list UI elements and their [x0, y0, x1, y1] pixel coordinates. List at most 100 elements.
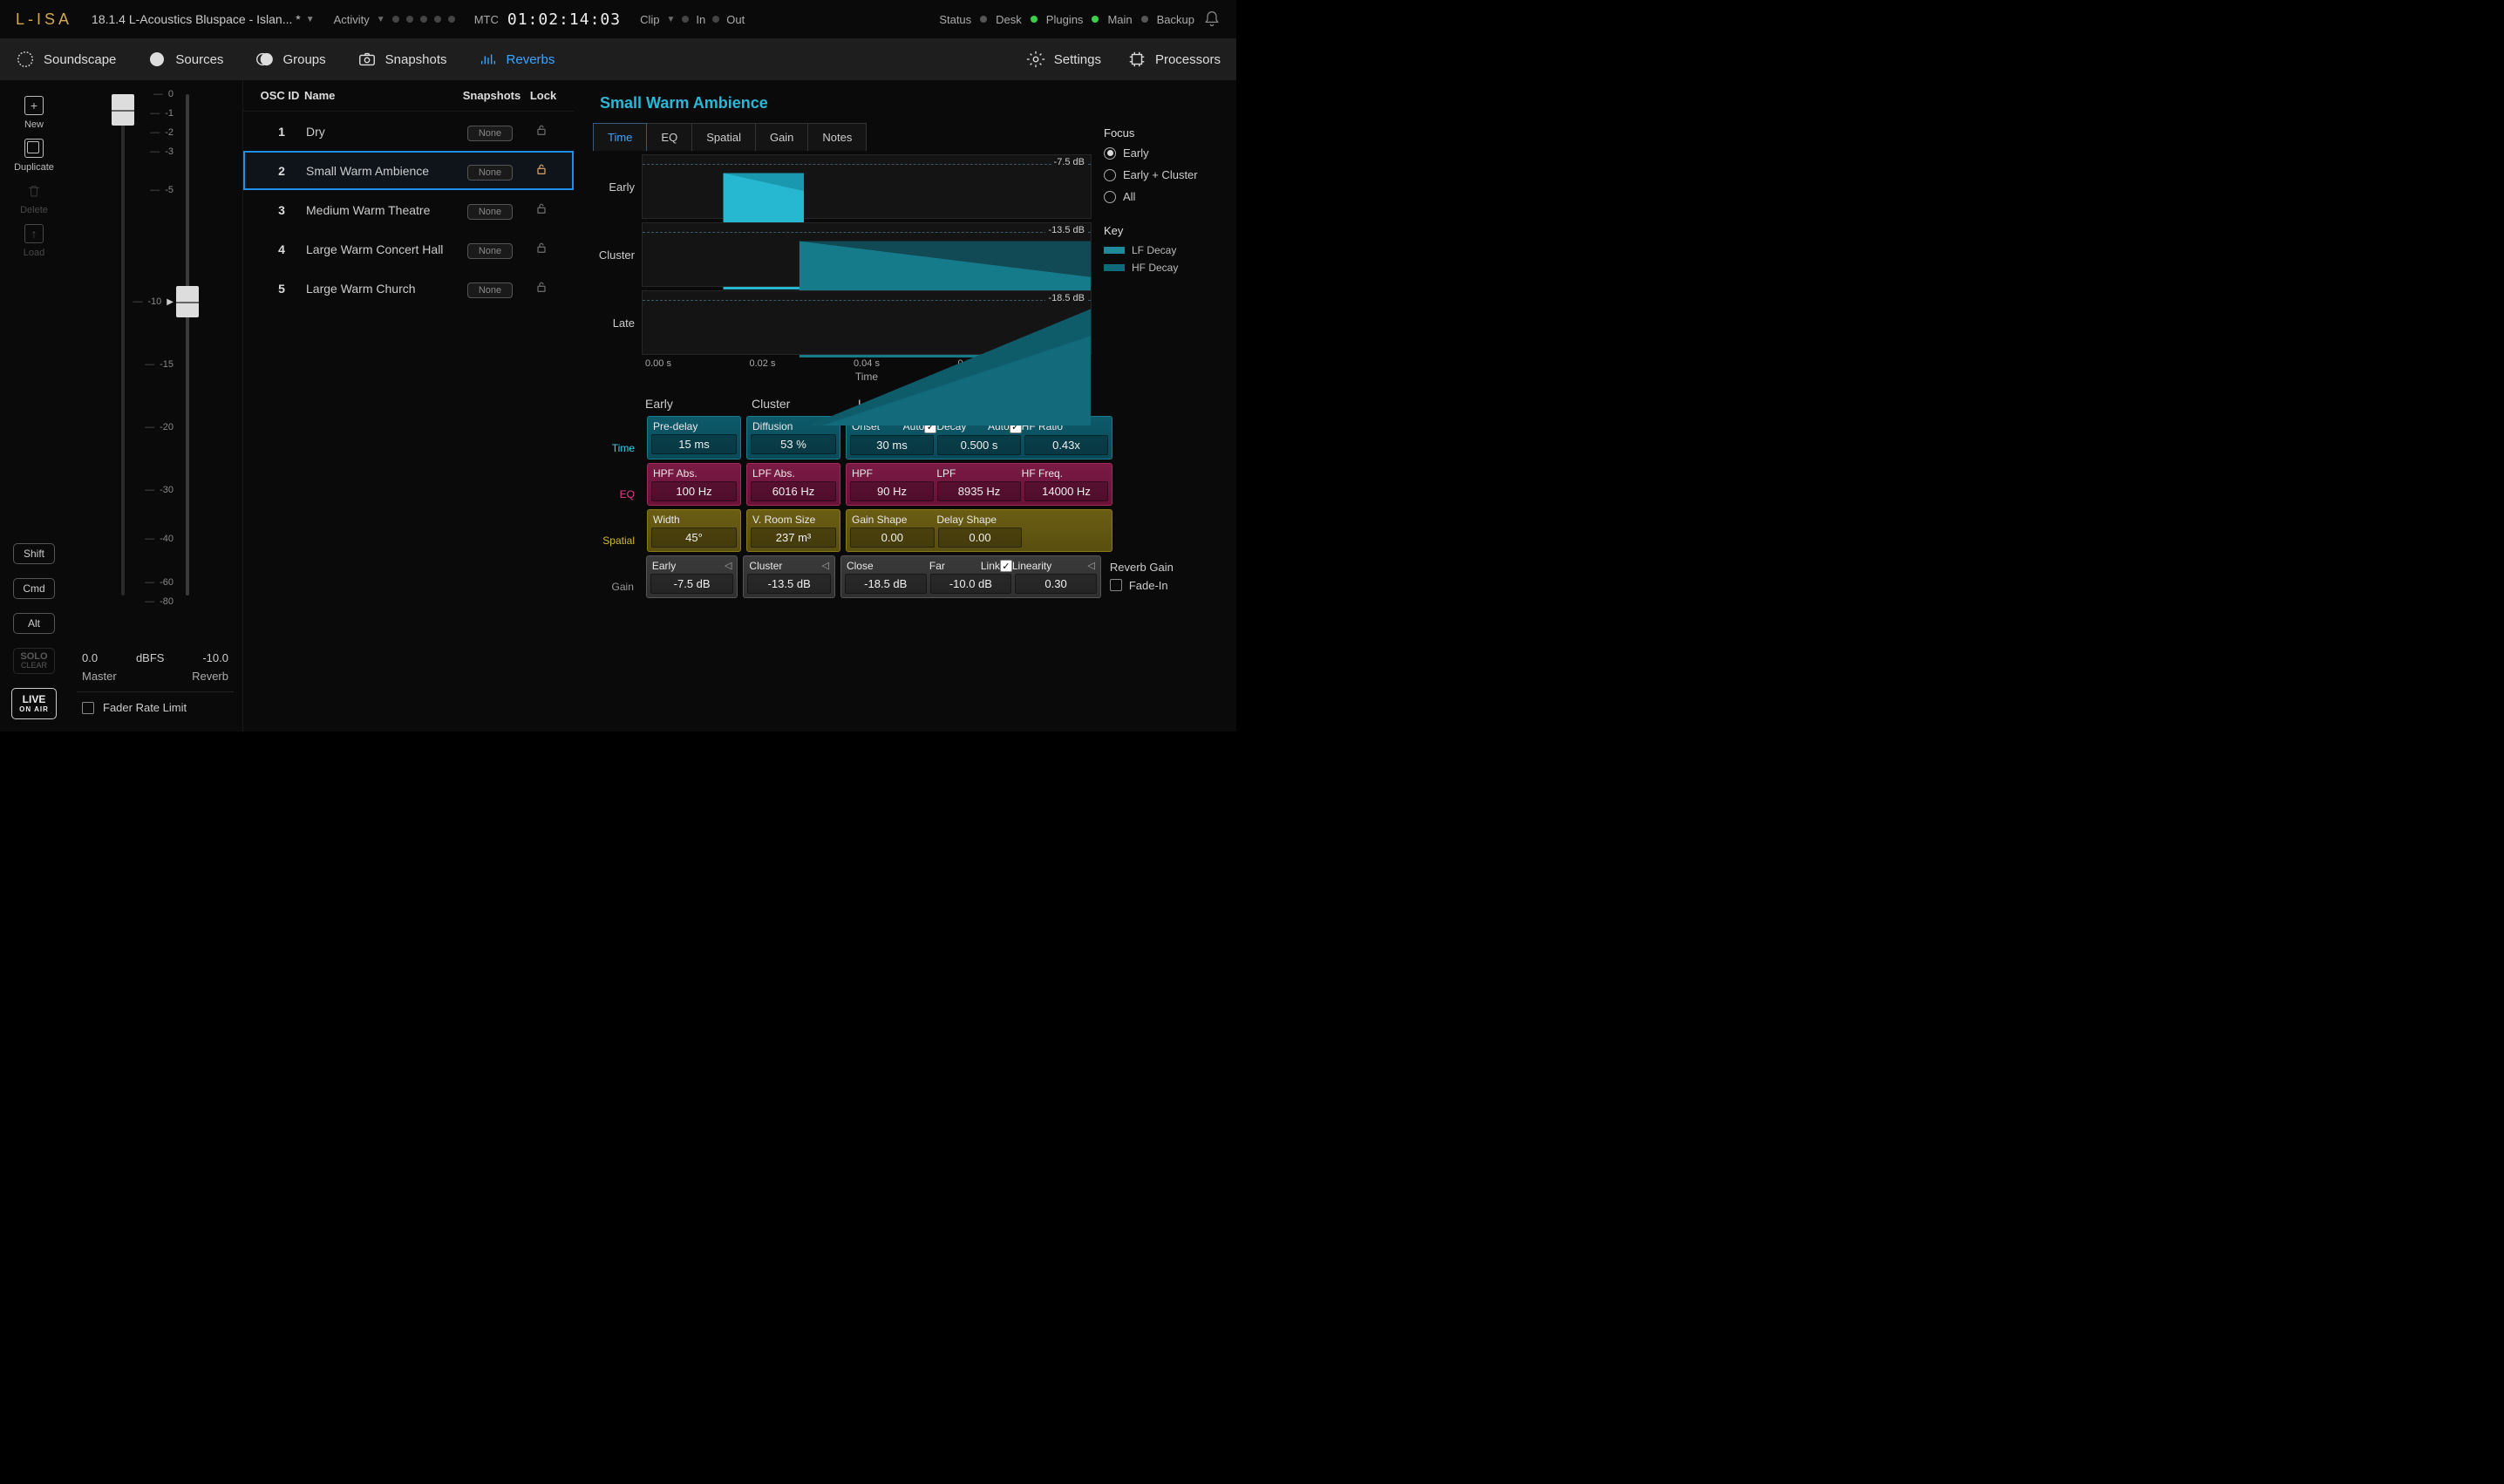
snapshot-button[interactable]: None: [467, 283, 513, 298]
param-late-gain[interactable]: Close Far Link✓ Linearity◁ -18.5 dB -10.…: [840, 555, 1101, 599]
param-value[interactable]: -10.0 dB: [930, 574, 1012, 594]
param-lpf-abs[interactable]: LPF Abs. 6016 Hz: [746, 463, 840, 506]
param-value[interactable]: 0.00: [938, 528, 1023, 548]
focus-option[interactable]: Early: [1104, 146, 1217, 160]
detail-tab-spatial[interactable]: Spatial: [692, 123, 756, 151]
nav-label: Reverbs: [507, 52, 555, 67]
activity-menu[interactable]: Activity ▼: [334, 13, 455, 26]
param-value[interactable]: 30 ms: [850, 435, 934, 455]
param-value[interactable]: 45°: [651, 528, 737, 548]
snapshot-button[interactable]: None: [467, 204, 513, 220]
param-value[interactable]: 6016 Hz: [751, 481, 836, 501]
param-value[interactable]: -7.5 dB: [650, 574, 734, 594]
status-dot-backup: [1141, 16, 1148, 23]
preset-row[interactable]: 1 Dry None: [243, 112, 574, 151]
speaker-icon[interactable]: ◁: [1087, 560, 1094, 571]
focus-option[interactable]: Early + Cluster: [1104, 168, 1217, 181]
chevron-down-icon: ▼: [306, 15, 315, 24]
clip-menu[interactable]: Clip ▼ In Out: [640, 13, 745, 26]
checkbox-icon[interactable]: ✓: [1000, 560, 1012, 572]
preset-row[interactable]: 5 Large Warm Church None: [243, 269, 574, 308]
param-value[interactable]: -18.5 dB: [845, 574, 927, 594]
duplicate-button[interactable]: Duplicate: [14, 139, 54, 173]
snapshot-button[interactable]: None: [467, 243, 513, 259]
speaker-icon[interactable]: ◁: [725, 560, 731, 571]
solo-clear-button[interactable]: SOLO CLEAR: [13, 648, 55, 674]
chevron-down-icon: ▼: [377, 15, 385, 24]
nav-sources[interactable]: Sources: [147, 50, 223, 69]
nav-snapshots[interactable]: Snapshots: [357, 50, 447, 69]
detail-tab-gain[interactable]: Gain: [756, 123, 808, 151]
param-late-spatial[interactable]: Gain Shape Delay Shape 0.00 0.00: [846, 509, 1113, 552]
trash-icon: [24, 181, 44, 201]
cmd-modifier[interactable]: Cmd: [13, 578, 55, 599]
clip-in-label: In: [696, 13, 705, 26]
status-main: Main: [1107, 13, 1132, 26]
preset-row[interactable]: 4 Large Warm Concert Hall None: [243, 229, 574, 269]
focus-option[interactable]: All: [1104, 190, 1217, 203]
fader-rate-limit-label: Fader Rate Limit: [103, 701, 187, 714]
detail-tab-notes[interactable]: Notes: [808, 123, 867, 151]
delete-button: Delete: [20, 181, 48, 215]
load-button: ↑ Load: [24, 224, 44, 258]
lock-icon[interactable]: [534, 165, 548, 179]
nav-reverbs[interactable]: Reverbs: [479, 50, 555, 69]
master-fader-label: Master: [82, 670, 117, 683]
chart-cluster: -13.5 dB: [642, 222, 1092, 287]
lock-icon[interactable]: [534, 126, 548, 140]
nav-soundscape[interactable]: Soundscape: [16, 50, 116, 69]
gear-icon: [1026, 50, 1045, 69]
reverb-fader[interactable]: [179, 94, 196, 596]
activity-dot: [420, 16, 427, 23]
param-hpf-abs[interactable]: HPF Abs. 100 Hz: [647, 463, 741, 506]
param-value[interactable]: 100 Hz: [651, 481, 737, 501]
col-header-lock: Lock: [525, 89, 561, 102]
col-header-name: Name: [304, 89, 459, 102]
legend-item: LF Decay: [1104, 244, 1217, 256]
master-fader-value: 0.0: [82, 651, 98, 664]
shift-modifier[interactable]: Shift: [13, 543, 55, 564]
param-room-size[interactable]: V. Room Size 237 m³: [746, 509, 840, 552]
param-value[interactable]: 0.00: [850, 528, 935, 548]
mtc-label: MTC: [474, 13, 499, 26]
preset-row[interactable]: 3 Medium Warm Theatre None: [243, 190, 574, 229]
param-value[interactable]: -13.5 dB: [747, 574, 831, 594]
param-value[interactable]: 14000 Hz: [1024, 481, 1108, 501]
detail-tab-eq[interactable]: EQ: [647, 123, 692, 151]
param-width[interactable]: Width 45°: [647, 509, 741, 552]
notifications-icon[interactable]: [1203, 10, 1221, 28]
preset-id: 1: [257, 125, 306, 139]
fader-rate-limit-toggle[interactable]: Fader Rate Limit: [77, 691, 234, 723]
lock-icon[interactable]: [534, 243, 548, 257]
session-menu[interactable]: 18.1.4 L-Acoustics Bluspace - Islan... *…: [92, 12, 315, 26]
param-early-gain[interactable]: Early◁ -7.5 dB: [646, 555, 738, 599]
lock-icon[interactable]: [534, 283, 548, 296]
param-value[interactable]: 8935 Hz: [937, 481, 1021, 501]
fade-in-toggle[interactable]: Fade-In: [1110, 579, 1214, 592]
speaker-icon[interactable]: ◁: [821, 560, 828, 571]
master-fader[interactable]: [114, 94, 132, 596]
param-value[interactable]: 15 ms: [651, 434, 737, 454]
param-value[interactable]: 237 m³: [751, 528, 836, 548]
param-value[interactable]: 90 Hz: [850, 481, 934, 501]
param-cluster-gain[interactable]: Cluster◁ -13.5 dB: [743, 555, 835, 599]
param-late-eq[interactable]: HPF LPF HF Freq. 90 Hz 8935 Hz 14000 Hz: [846, 463, 1113, 506]
nav-processors[interactable]: Processors: [1127, 50, 1221, 69]
snapshot-button[interactable]: None: [467, 126, 513, 141]
param-value[interactable]: 0.30: [1015, 574, 1097, 594]
nav-groups[interactable]: Groups: [255, 50, 325, 69]
lock-icon[interactable]: [534, 204, 548, 218]
param-value[interactable]: 0.43x: [1024, 435, 1108, 455]
nav-settings[interactable]: Settings: [1026, 50, 1101, 69]
live-button[interactable]: LIVE ON AIR: [11, 688, 57, 719]
new-button[interactable]: + New: [24, 96, 44, 130]
preset-row[interactable]: 2 Small Warm Ambience None: [243, 151, 574, 190]
param-value[interactable]: 0.500 s: [937, 435, 1021, 455]
detail-tab-time[interactable]: Time: [593, 123, 647, 151]
param-value[interactable]: 53 %: [751, 434, 836, 454]
snapshot-button[interactable]: None: [467, 165, 513, 180]
alt-modifier[interactable]: Alt: [13, 613, 55, 634]
preset-id: 5: [257, 282, 306, 296]
status-dot-desk: [980, 16, 987, 23]
preset-name: Small Warm Ambience: [306, 164, 457, 178]
